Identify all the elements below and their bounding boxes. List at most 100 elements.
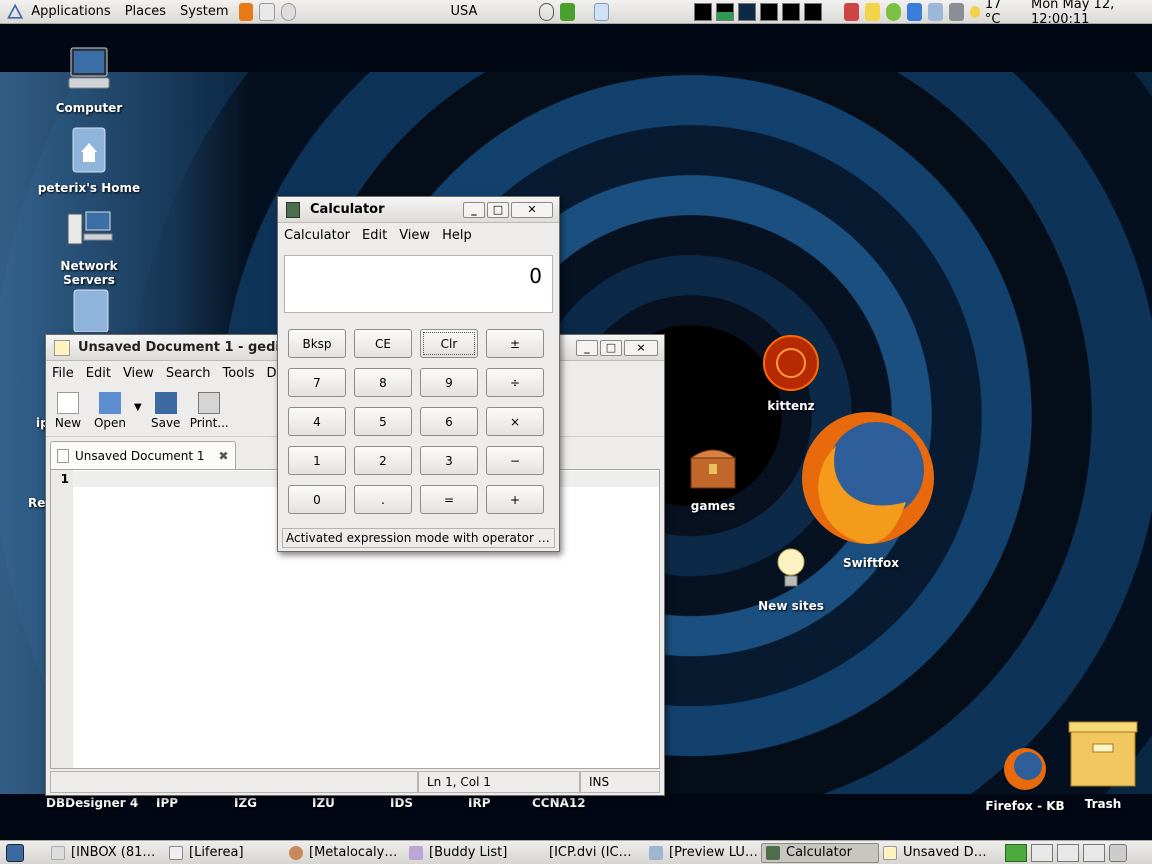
menu-view[interactable]: View xyxy=(393,228,436,243)
volume-icon[interactable] xyxy=(928,2,943,21)
menu-tools[interactable]: Tools xyxy=(216,366,260,381)
workspace-4[interactable] xyxy=(760,2,779,21)
open-button[interactable]: Open xyxy=(92,392,128,430)
key-5[interactable]: 5 xyxy=(354,407,412,436)
maximize-button[interactable]: □ xyxy=(600,339,622,356)
editor-launcher-icon[interactable] xyxy=(259,2,275,21)
key-7[interactable]: 7 xyxy=(288,368,346,397)
clock[interactable]: Mon May 12, 12:00:11 xyxy=(1031,0,1152,27)
task-buddy-list[interactable]: [Buddy List] xyxy=(405,843,545,863)
tray-app-icon[interactable] xyxy=(844,2,860,21)
key-8[interactable]: 8 xyxy=(354,368,412,397)
bottom-workspace-switcher[interactable] xyxy=(1001,843,1105,862)
menu-edit[interactable]: Edit xyxy=(80,366,117,381)
firefox-launcher-icon[interactable] xyxy=(238,2,254,21)
key-multiply[interactable]: × xyxy=(486,407,544,436)
task-preview[interactable]: [Preview LU… xyxy=(645,843,761,863)
calculator-titlebar[interactable]: Calculator _ □ ✕ xyxy=(278,197,559,223)
workspace-3[interactable] xyxy=(1057,843,1079,862)
desktop-icon-trash[interactable]: Trash xyxy=(1048,714,1152,811)
workspace-6[interactable] xyxy=(804,2,823,21)
workspace-switcher[interactable] xyxy=(690,2,823,21)
workspace-2[interactable] xyxy=(716,2,735,21)
save-button[interactable]: Save xyxy=(148,392,184,430)
menu-help[interactable]: Help xyxy=(436,228,478,243)
menu-view[interactable]: View xyxy=(117,366,160,381)
folder-icon[interactable] xyxy=(70,288,114,332)
desktop-icon-games[interactable]: games xyxy=(658,442,768,513)
update-icon[interactable] xyxy=(907,2,923,21)
new-button[interactable]: New xyxy=(50,392,86,430)
key-clear[interactable]: Clr xyxy=(420,329,478,358)
print-button[interactable]: Print... xyxy=(190,392,229,430)
calculator-display[interactable]: 0 xyxy=(284,255,553,313)
desktop-icon-label[interactable]: IZU xyxy=(312,796,335,810)
key-3[interactable]: 3 xyxy=(420,446,478,475)
desktop-icon-label[interactable]: CCNA12 xyxy=(532,796,586,810)
desktop-icon-label[interactable]: IPP xyxy=(156,796,178,810)
desktop-icon-home[interactable]: peterix's Home xyxy=(34,126,144,195)
network-icon[interactable] xyxy=(949,2,964,21)
workspace-1[interactable] xyxy=(1005,843,1027,862)
run-icon[interactable] xyxy=(560,2,576,21)
gnome-foot-icon[interactable] xyxy=(6,2,24,22)
menu-edit[interactable]: Edit xyxy=(356,228,393,243)
key-1[interactable]: 1 xyxy=(288,446,346,475)
menu-calculator[interactable]: Calculator xyxy=(278,228,356,243)
key-decimal[interactable]: . xyxy=(354,485,412,514)
minimize-button[interactable]: _ xyxy=(576,339,598,356)
keyboard-layout-indicator[interactable]: USA xyxy=(439,4,489,19)
key-plus-minus[interactable]: ± xyxy=(486,329,544,358)
system-menu[interactable]: System xyxy=(173,0,235,24)
key-2[interactable]: 2 xyxy=(354,446,412,475)
task-inbox[interactable]: [INBOX (81… xyxy=(47,843,165,863)
clock-launcher-icon[interactable] xyxy=(280,2,297,21)
applications-menu[interactable]: Applications xyxy=(24,0,117,24)
workspace-1[interactable] xyxy=(694,2,713,21)
key-clear-entry[interactable]: CE xyxy=(354,329,412,358)
desktop-icon-label[interactable]: IRP xyxy=(468,796,491,810)
key-6[interactable]: 6 xyxy=(420,407,478,436)
trash-applet-icon[interactable] xyxy=(1109,843,1127,862)
tab-close-icon[interactable]: ✖ xyxy=(219,449,229,463)
chevron-down-icon[interactable]: ▼ xyxy=(134,402,142,413)
switch-icon[interactable] xyxy=(594,2,610,21)
status-icon[interactable] xyxy=(886,2,902,21)
desktop-icon-label[interactable]: IZG xyxy=(234,796,257,810)
power-icon[interactable] xyxy=(538,2,555,21)
desktop-icon-network[interactable]: Network Servers xyxy=(34,208,144,287)
key-equals[interactable]: = xyxy=(420,485,478,514)
workspace-4[interactable] xyxy=(1083,843,1105,862)
show-desktop-icon[interactable] xyxy=(6,843,24,862)
desktop-icon-kittenz[interactable]: kittenz xyxy=(736,334,846,413)
desktop-icon-label[interactable]: IDS xyxy=(390,796,413,810)
desktop-icon-computer[interactable]: Computer xyxy=(34,46,144,115)
workspace-5[interactable] xyxy=(782,2,801,21)
maximize-button[interactable]: □ xyxy=(487,201,509,218)
temperature[interactable]: 17 °C xyxy=(985,0,1015,27)
key-divide[interactable]: ÷ xyxy=(486,368,544,397)
task-liferea[interactable]: [Liferea] xyxy=(165,843,285,863)
notes-icon[interactable] xyxy=(865,2,881,21)
workspace-2[interactable] xyxy=(1031,843,1053,862)
menu-file[interactable]: File xyxy=(46,366,80,381)
task-metalocalypse[interactable]: [Metalocaly… xyxy=(285,843,405,863)
close-button[interactable]: × xyxy=(624,339,658,356)
menu-search[interactable]: Search xyxy=(160,366,217,381)
desktop-icon-swiftfox[interactable] xyxy=(796,406,940,550)
key-0[interactable]: 0 xyxy=(288,485,346,514)
minimize-button[interactable]: _ xyxy=(463,201,485,218)
workspace-3[interactable] xyxy=(738,2,757,21)
places-menu[interactable]: Places xyxy=(118,0,173,24)
key-9[interactable]: 9 xyxy=(420,368,478,397)
task-icp-dvi[interactable]: [ICP.dvi (IC… xyxy=(545,843,645,863)
task-gedit[interactable]: Unsaved D… xyxy=(879,843,991,863)
desktop-icon-new-sites[interactable]: New sites xyxy=(736,546,846,613)
desktop-icon-label[interactable]: DBDesigner 4 xyxy=(46,796,138,810)
key-backspace[interactable]: Bksp xyxy=(288,329,346,358)
close-button[interactable]: ✕ xyxy=(511,201,553,218)
key-4[interactable]: 4 xyxy=(288,407,346,436)
key-add[interactable]: + xyxy=(486,485,544,514)
key-subtract[interactable]: − xyxy=(486,446,544,475)
task-calculator[interactable]: Calculator xyxy=(761,842,879,863)
